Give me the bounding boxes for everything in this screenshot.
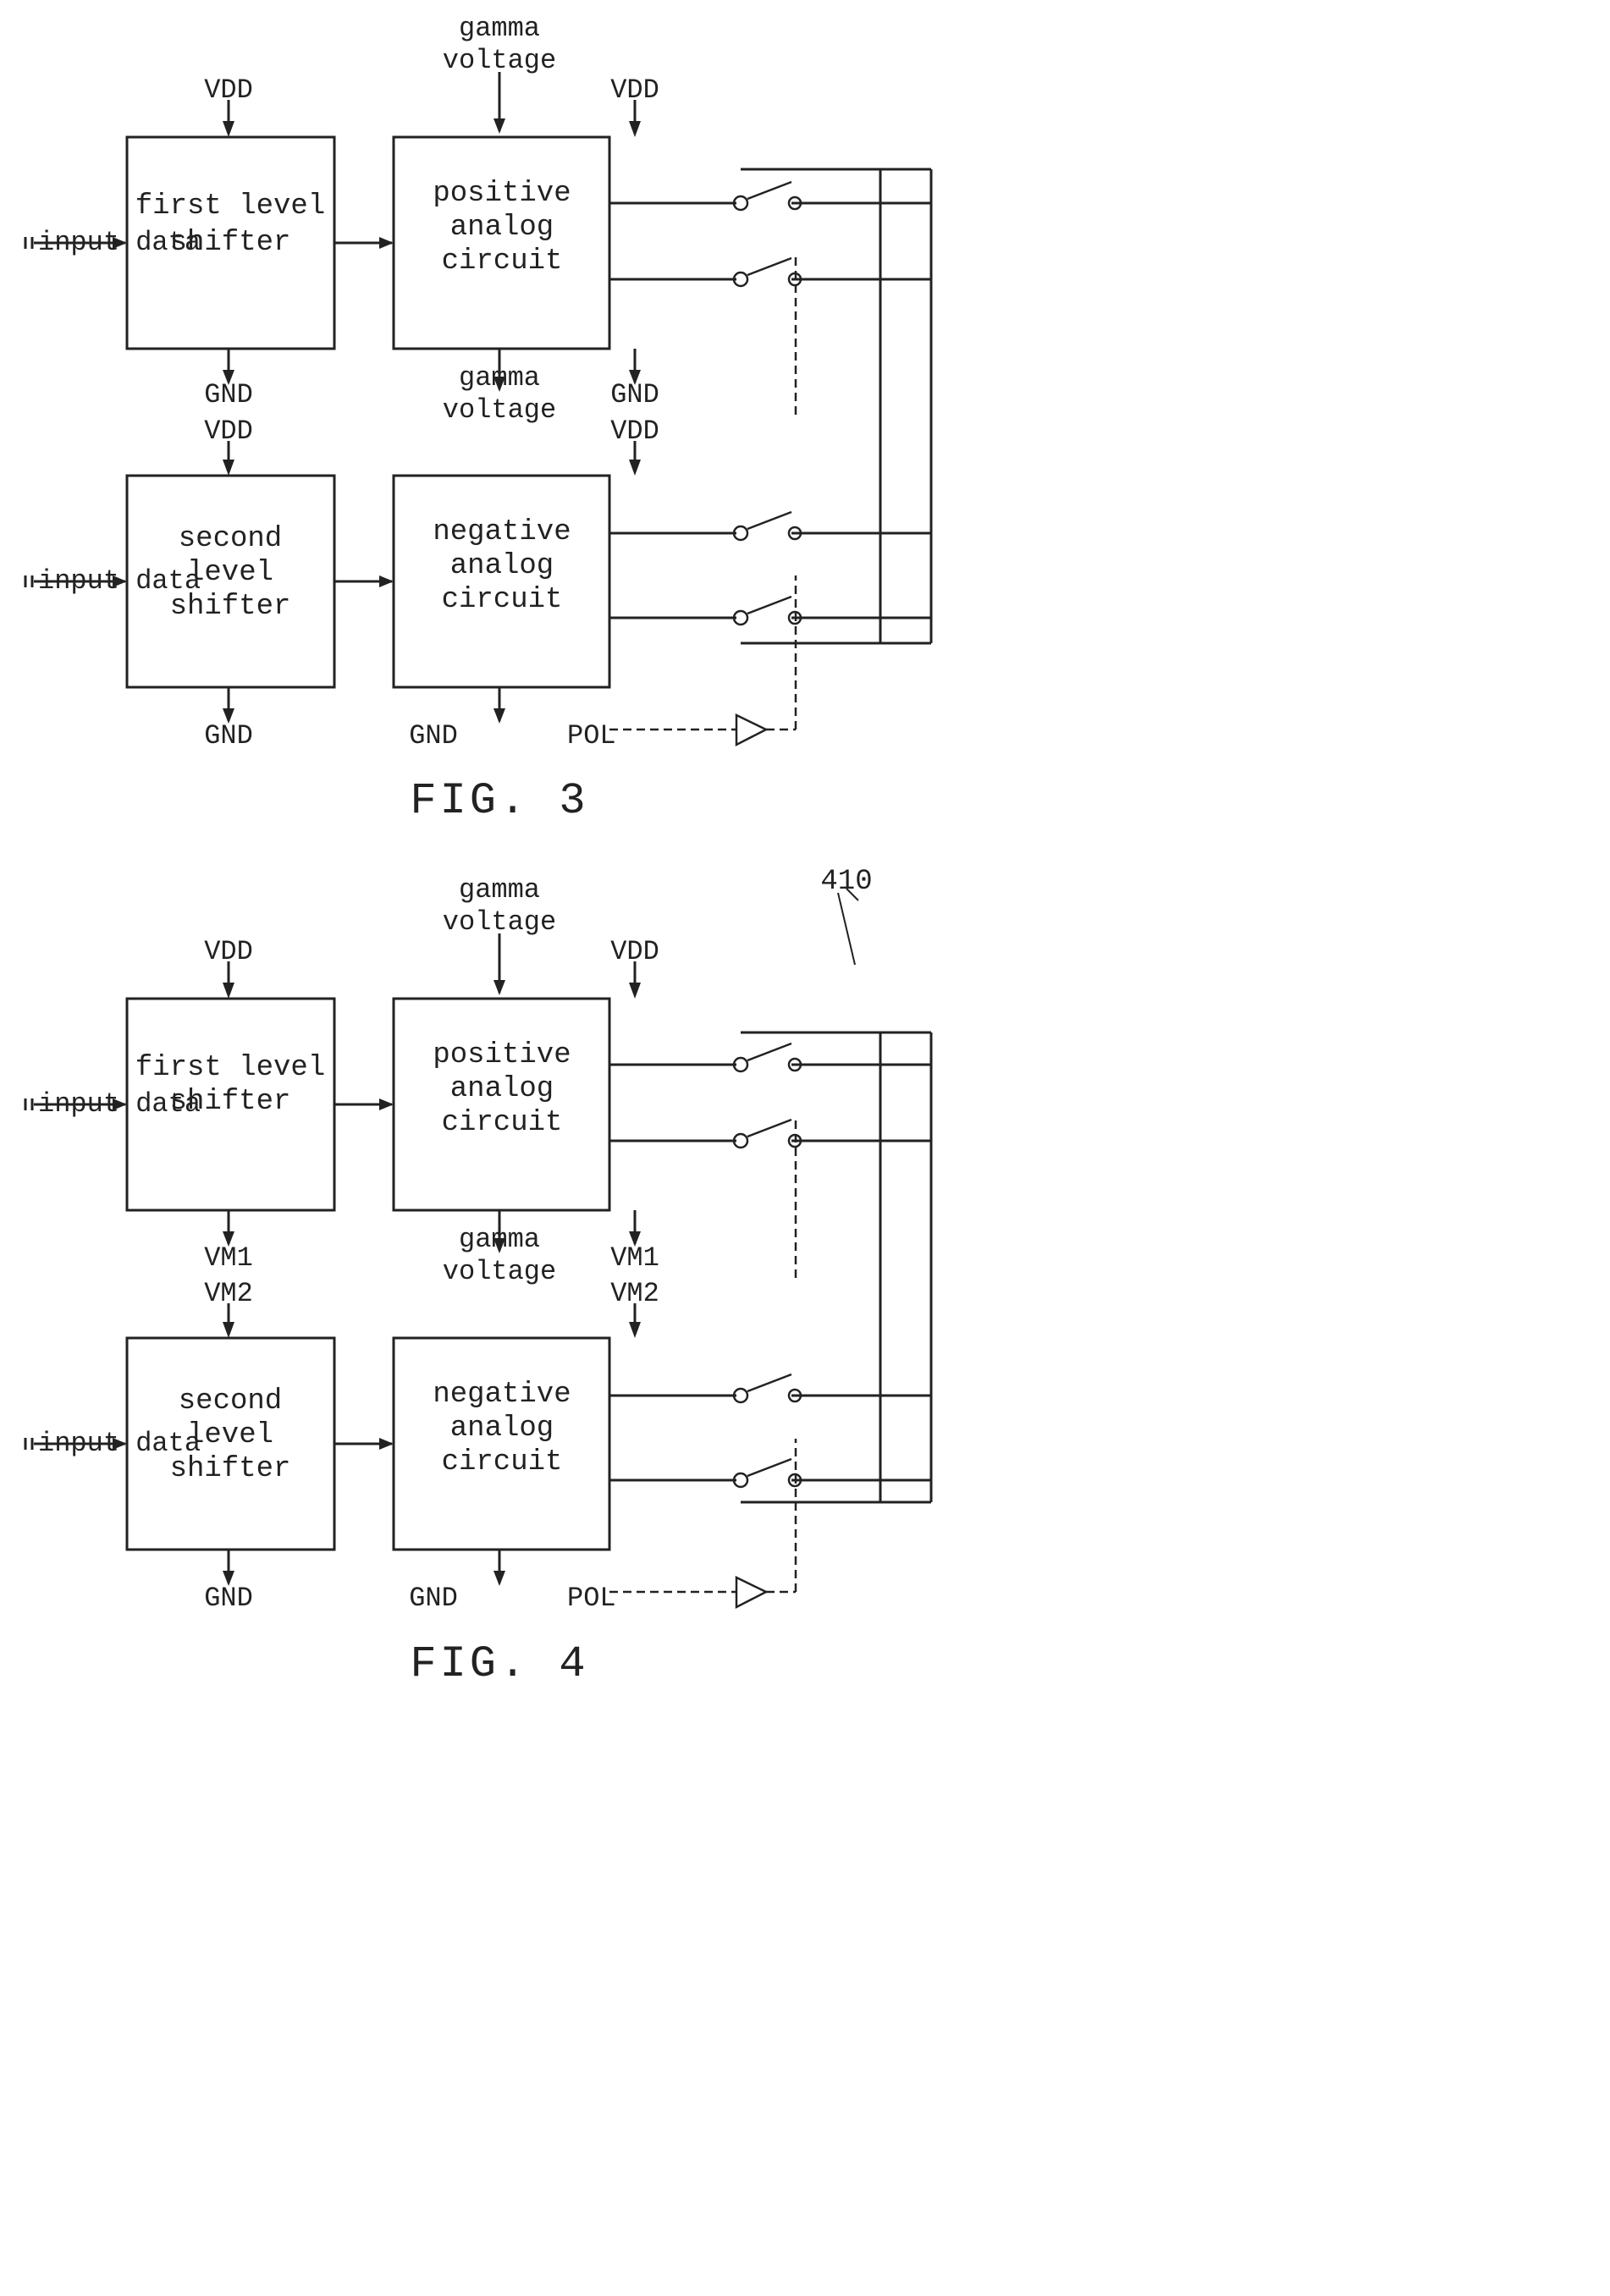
arrow-gnd-nac2 [493, 1571, 505, 1586]
vm1-label-pac: VM1 [610, 1242, 659, 1274]
gamma-voltage-label-fig4-pos2: voltage [443, 906, 556, 938]
ref-410: 410 [820, 866, 872, 898]
arrow-sls-to-nac [379, 575, 394, 587]
arrow-vm2-sls [223, 1322, 234, 1338]
pac-text3: circuit [442, 245, 563, 278]
gnd-label-pac: GND [610, 379, 659, 410]
pol-buffer-fig4 [736, 1577, 766, 1607]
gnd-label-nac2: GND [409, 1583, 458, 1614]
gamma-voltage-mid-label2: voltage [443, 394, 556, 426]
nac-text3: circuit [442, 584, 563, 616]
fls-text1: first level [135, 190, 325, 223]
pol-label-fig3: POL [567, 720, 616, 752]
pac-text1: positive [433, 178, 571, 210]
arrow-sls2-to-nac2 [379, 1438, 394, 1450]
arrow-gamma-fig4-pos [493, 980, 505, 995]
vm1-label-fls: VM1 [204, 1242, 253, 1274]
page: gamma voltage VDD VDD first level shifte… [0, 0, 1610, 2296]
fls2-text1: first level [135, 1052, 325, 1084]
gnd-label-sls: GND [204, 720, 253, 752]
switch-line-fig4-3 [747, 1374, 791, 1391]
pac2-text2: analog [450, 1073, 554, 1105]
gamma-voltage-label-fig3-pos2: voltage [443, 45, 556, 76]
pol-buffer-fig3 [736, 715, 766, 745]
switch-line-fig4-1 [747, 1043, 791, 1060]
switch-line-fig3-3 [747, 512, 791, 529]
gamma-voltage-mid-label-fig4-2: voltage [443, 1256, 556, 1287]
arrow-vdd-pac [629, 121, 641, 137]
arrow-vdd-sls [223, 460, 234, 476]
pac2-text1: positive [433, 1039, 571, 1071]
switch-line-fig4-2 [747, 1120, 791, 1137]
pac2-text3: circuit [442, 1107, 563, 1139]
pol-label-fig4: POL [567, 1583, 616, 1614]
gnd-label-fls: GND [204, 379, 253, 410]
gamma-voltage-label-fig3-pos: gamma [459, 13, 540, 44]
gnd-label-nac: GND [409, 720, 458, 752]
nac2-text2: analog [450, 1412, 554, 1445]
nac2-text3: circuit [442, 1446, 563, 1478]
pac-text2: analog [450, 212, 554, 244]
sls-text1: second [179, 523, 282, 555]
arrow-vdd-fls [223, 121, 234, 137]
switch-line-fig4-4 [747, 1459, 791, 1476]
fig3-label: FIG. 3 [410, 776, 588, 826]
arrow-vdd-nac [629, 460, 641, 476]
switch-line-fig3-4 [747, 597, 791, 614]
nac-text2: analog [450, 550, 554, 582]
fig4-label: FIG. 4 [410, 1639, 588, 1689]
nac2-text1: negative [433, 1379, 571, 1411]
arrow-gnd-nac [493, 708, 505, 724]
arrow-vdd-fig4-pac [629, 983, 641, 999]
arrow-vm2-nac [629, 1322, 641, 1338]
switch-line-fig3-1 [747, 182, 791, 199]
switch-line-fig3-2 [747, 258, 791, 275]
arrow-gamma-fig3-pos [493, 118, 505, 134]
nac-text1: negative [433, 516, 571, 548]
sls2-text1: second [179, 1385, 282, 1418]
arrow-fls2-to-pac2 [379, 1098, 394, 1110]
gamma-voltage-label-fig4-pos: gamma [459, 874, 540, 906]
arrow-fls-to-pac [379, 237, 394, 249]
gnd-label-sls2: GND [204, 1583, 253, 1614]
arrow-vdd-fig4-fls [223, 983, 234, 999]
